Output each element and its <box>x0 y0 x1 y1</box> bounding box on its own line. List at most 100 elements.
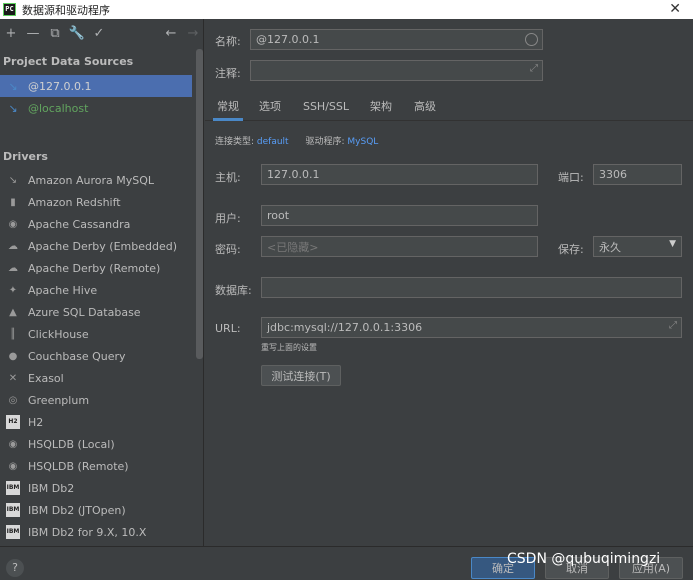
derby-icon: ☁ <box>8 240 18 252</box>
host-field[interactable]: 127.0.0.1 <box>261 164 538 185</box>
driver-item[interactable]: IBM IBM Db2 <box>0 477 196 499</box>
driver-item[interactable]: ● Couchbase Query <box>0 345 196 367</box>
driver-label: HSQLDB (Remote) <box>28 459 129 473</box>
driver-item[interactable]: ▮ Amazon Redshift <box>0 191 196 213</box>
drivers-list: ↘ Amazon Aurora MySQL ▮ Amazon Redshift ◉ A… <box>0 169 196 543</box>
connection-info-row: 连接类型: default 驱动程序: MySQL <box>215 134 378 147</box>
name-label: 名称: <box>215 35 241 48</box>
driver-item[interactable]: IBM IBM Db2 for 9.X, 10.X <box>0 521 196 543</box>
sidebar-toolbar: + — ⧉ 🔧 ✓ ← → <box>0 19 204 47</box>
tab-advanced[interactable]: 高级 <box>410 97 440 121</box>
tab-schemas[interactable]: 架构 <box>366 97 396 121</box>
sidebar-scrollbar[interactable] <box>196 49 203 359</box>
data-sources-title: Project Data Sources <box>3 55 134 68</box>
comment-field[interactable]: ⤢ <box>250 60 543 81</box>
connection-type-link[interactable]: default <box>257 137 289 147</box>
driver-label: Apache Cassandra <box>28 217 131 231</box>
hive-icon: ✦ <box>8 284 18 296</box>
cassandra-icon: ◉ <box>8 218 18 230</box>
tab-options[interactable]: 选项 <box>255 97 285 121</box>
save-select[interactable]: 永久 ▼ <box>593 236 682 257</box>
driver-label: H2 <box>28 415 44 429</box>
driver-item[interactable]: ↘ Amazon Aurora MySQL <box>0 169 196 191</box>
driver-label: 驱动程序: <box>305 137 345 147</box>
expand-icon[interactable]: ⤢ <box>669 320 677 331</box>
forward-arrow-icon[interactable]: → <box>182 22 204 44</box>
redshift-icon: ▮ <box>10 196 16 208</box>
data-source-label: @localhost <box>28 101 89 115</box>
mysql-datasource-icon: ↘ <box>8 79 18 93</box>
driver-item[interactable]: ║ ClickHouse <box>0 323 196 345</box>
url-value: jdbc:mysql://127.0.0.1:3306 <box>267 321 423 334</box>
driver-item[interactable]: ✕ Exasol <box>0 367 196 389</box>
color-picker-icon[interactable] <box>525 33 538 46</box>
add-icon[interactable]: + <box>0 22 22 44</box>
driver-item[interactable]: ◎ Greenplum <box>0 389 196 411</box>
ibm-db2-icon: IBM <box>6 525 20 539</box>
hsqldb-icon: ◉ <box>8 460 18 472</box>
aurora-icon: ↘ <box>8 174 18 186</box>
app-icon: PC <box>3 3 16 16</box>
url-field[interactable]: jdbc:mysql://127.0.0.1:3306 ⤢ <box>261 317 682 338</box>
tab-bar: 常规 选项 SSH/SSL 架构 高级 <box>205 97 693 121</box>
driver-item[interactable]: ◉ HSQLDB (Remote) <box>0 455 196 477</box>
url-hint: 重写上面的设置 <box>261 343 317 352</box>
data-source-item[interactable]: ↘ @127.0.0.1 <box>0 75 192 97</box>
ibm-db2-icon: IBM <box>6 503 20 517</box>
driver-item[interactable]: ▲ Azure SQL Database <box>0 301 196 323</box>
ibm-db2-icon: IBM <box>6 481 20 495</box>
driver-item[interactable]: ☁ Apache Derby (Embedded) <box>0 235 196 257</box>
driver-link[interactable]: MySQL <box>347 137 378 147</box>
connection-form: 名称: @127.0.0.1 注释: ⤢ 常规 选项 SSH/SSL 架构 高级… <box>205 19 693 546</box>
close-icon[interactable]: ✕ <box>669 1 681 17</box>
expand-icon[interactable]: ⤢ <box>530 63 538 74</box>
driver-item[interactable]: H2 H2 <box>0 411 196 433</box>
driver-item[interactable]: ◉ Apache Cassandra <box>0 213 196 235</box>
couchbase-icon: ● <box>8 350 18 362</box>
azure-icon: ▲ <box>9 306 17 318</box>
driver-label: Azure SQL Database <box>28 305 141 319</box>
name-field[interactable]: @127.0.0.1 <box>250 29 543 50</box>
database-label: 数据库: <box>215 284 252 297</box>
comment-label: 注释: <box>215 67 241 80</box>
greenplum-icon: ◎ <box>8 394 18 406</box>
left-panel: + — ⧉ 🔧 ✓ ← → Project Data Sources ↘ @12… <box>0 19 204 546</box>
password-field[interactable]: <已隐藏> <box>261 236 538 257</box>
driver-label: Apache Derby (Remote) <box>28 261 161 275</box>
driver-label: Amazon Redshift <box>28 195 121 209</box>
port-value: 3306 <box>599 168 627 181</box>
port-label: 端口: <box>558 171 584 184</box>
driver-label: IBM Db2 for 9.X, 10.X <box>28 525 147 539</box>
port-field[interactable]: 3306 <box>593 164 682 185</box>
connection-type-label: 连接类型: <box>215 137 255 147</box>
derby-icon: ☁ <box>8 262 18 274</box>
driver-label: Greenplum <box>28 393 90 407</box>
data-source-item[interactable]: ↘ @localhost <box>0 97 192 119</box>
user-field[interactable]: root <box>261 205 538 226</box>
driver-item[interactable]: IBM IBM Db2 (JTOpen) <box>0 499 196 521</box>
driver-label: Amazon Aurora MySQL <box>28 173 154 187</box>
password-placeholder: <已隐藏> <box>267 240 319 254</box>
window-title-bar: PC 数据源和驱动程序 ✕ <box>0 0 693 19</box>
database-field[interactable] <box>261 277 682 298</box>
tab-general[interactable]: 常规 <box>213 97 243 121</box>
mysql-datasource-icon: ↘ <box>8 101 18 115</box>
test-connection-button[interactable]: 测试连接(T) <box>261 365 341 386</box>
driver-label: Couchbase Query <box>28 349 126 363</box>
help-icon[interactable]: ? <box>6 559 24 577</box>
tab-ssh-ssl[interactable]: SSH/SSL <box>301 97 351 121</box>
driver-item[interactable]: ✦ Apache Hive <box>0 279 196 301</box>
duplicate-icon[interactable]: ⧉ <box>44 22 66 44</box>
drivers-title: Drivers <box>3 150 48 163</box>
check-icon[interactable]: ✓ <box>88 22 110 44</box>
driver-item[interactable]: ◉ HSQLDB (Local) <box>0 433 196 455</box>
driver-label: Apache Derby (Embedded) <box>28 239 177 253</box>
remove-icon[interactable]: — <box>22 22 44 44</box>
back-arrow-icon[interactable]: ← <box>160 22 182 44</box>
password-label: 密码: <box>215 243 241 256</box>
driver-label: HSQLDB (Local) <box>28 437 115 451</box>
driver-item[interactable]: ☁ Apache Derby (Remote) <box>0 257 196 279</box>
wrench-icon[interactable]: 🔧 <box>66 22 88 44</box>
hsqldb-icon: ◉ <box>8 438 18 450</box>
h2-icon: H2 <box>6 415 20 429</box>
